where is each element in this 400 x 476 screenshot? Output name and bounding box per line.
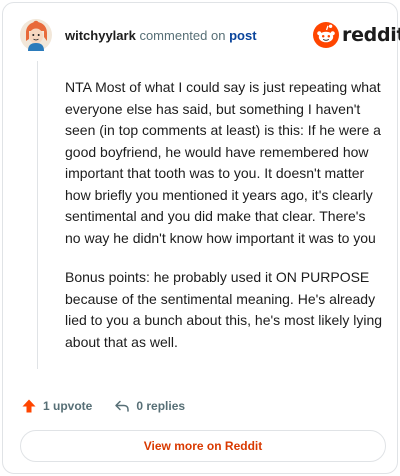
reply-arrow-icon [115, 400, 130, 412]
username[interactable]: witchyylark [65, 28, 136, 43]
comment-paragraph-1: NTA Most of what I could say is just rep… [65, 79, 381, 246]
replies-button[interactable]: 0 replies [114, 398, 185, 414]
upvote-button[interactable]: 1 upvote [21, 398, 92, 414]
commented-on-text: commented on [139, 28, 226, 43]
upvote-arrow-icon [22, 399, 36, 413]
avatar-icon [20, 19, 52, 51]
view-more-button[interactable]: View more on Reddit [20, 430, 386, 462]
reddit-logo[interactable]: reddit [313, 22, 400, 48]
comment-actions: 1 upvote 0 replies [21, 395, 207, 417]
comment-body: NTA Most of what I could say is just rep… [65, 77, 383, 371]
avatar[interactable] [20, 19, 52, 51]
comment-header: witchyylark commented on post [65, 28, 257, 44]
comment-paragraph-2: Bonus points: he probably used it ON PUR… [65, 269, 383, 350]
reddit-wordmark: reddit [342, 24, 400, 46]
reply-count: 0 replies [136, 399, 186, 413]
post-link[interactable]: post [229, 28, 256, 43]
reddit-snoo-icon [313, 22, 339, 48]
upvote-count: 1 upvote [43, 399, 93, 413]
thread-line [37, 61, 38, 369]
comment-embed-card: witchyylark commented on post reddit NTA… [2, 2, 400, 474]
